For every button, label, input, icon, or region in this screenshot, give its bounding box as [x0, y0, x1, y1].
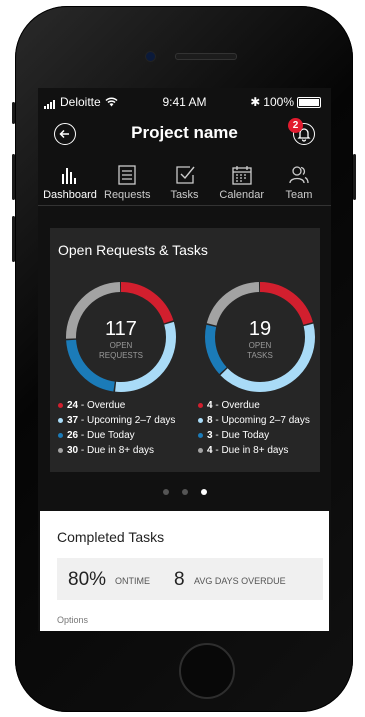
tasks-donut: 19 OPEN TASKS — [205, 282, 315, 392]
legend-item: 26 - Due Today — [58, 430, 175, 441]
options-label: Options — [57, 615, 89, 625]
requests-legend: 24 - Overdue 37 - Upcoming 2–7 days 26 -… — [58, 400, 175, 460]
checkbox-icon — [175, 166, 195, 184]
legend-item: 4 - Due in 8+ days — [198, 445, 310, 456]
legend-item: 24 - Overdue — [58, 400, 175, 411]
app-header: Project name 2 — [38, 118, 331, 154]
legend-item: 4 - Overdue — [198, 400, 310, 411]
tab-label: Requests — [104, 189, 151, 201]
battery-icon — [297, 96, 321, 108]
legend-dot — [58, 432, 63, 438]
legend-dot — [198, 417, 203, 423]
carousel-pager — [38, 489, 331, 495]
legend-item: 37 - Upcoming 2–7 days — [58, 415, 175, 426]
pager-dot[interactable] — [162, 489, 169, 495]
tab-calendar[interactable]: Calendar — [214, 162, 270, 205]
ontime-label: ONTIME — [115, 576, 150, 586]
legend-dot — [58, 402, 63, 408]
completed-tasks-card[interactable]: Completed Tasks 80% ONTIME 8 AVG DAYS OV… — [40, 511, 329, 631]
legend-dot — [58, 417, 63, 423]
status-bar: Deloitte 9:41 AM ✱ 100% — [38, 93, 331, 111]
overdue-value: 8 — [174, 569, 185, 590]
front-camera — [145, 51, 156, 62]
tab-label: Calendar — [219, 189, 265, 201]
requests-label-1: OPEN — [110, 341, 133, 350]
card-title: Completed Tasks — [57, 529, 165, 545]
tasks-count: 19 — [249, 318, 271, 340]
tab-dashboard[interactable]: Dashboard — [42, 162, 98, 205]
calendar-icon — [232, 166, 252, 185]
speaker-grille — [175, 53, 237, 60]
side-button-volume-up — [12, 154, 15, 200]
tab-label: Tasks — [170, 189, 199, 201]
tab-team[interactable]: Team — [271, 162, 327, 205]
side-button-volume-down — [12, 216, 15, 262]
card-title: Open Requests & Tasks — [58, 242, 208, 258]
legend-item: 3 - Due Today — [198, 430, 310, 441]
side-button-power — [353, 154, 356, 200]
tasks-label-2: TASKS — [247, 351, 273, 360]
open-requests-tasks-card[interactable]: Open Requests & Tasks 117 OPEN REQUESTS … — [50, 228, 320, 472]
tab-tasks[interactable]: Tasks — [157, 162, 213, 205]
tab-label: Team — [285, 189, 313, 201]
legend-item: 8 - Upcoming 2–7 days — [198, 415, 310, 426]
legend-dot — [198, 447, 203, 453]
requests-count: 117 — [105, 318, 137, 340]
bluetooth-icon: ✱ — [250, 95, 261, 109]
pager-dot[interactable] — [181, 489, 188, 495]
legend-dot — [198, 432, 203, 438]
bar-chart-icon — [62, 168, 76, 184]
overdue-label: AVG DAYS OVERDUE — [194, 576, 286, 586]
tab-requests[interactable]: Requests — [99, 162, 155, 205]
tab-label: Dashboard — [43, 189, 97, 201]
requests-donut: 117 OPEN REQUESTS — [66, 282, 176, 392]
completed-stats: 80% ONTIME 8 AVG DAYS OVERDUE — [57, 558, 323, 600]
pager-dot-active[interactable] — [200, 489, 207, 495]
legend-dot — [198, 402, 203, 408]
legend-dot — [58, 447, 63, 453]
requests-label-2: REQUESTS — [99, 351, 143, 360]
ontime-value: 80% — [68, 569, 107, 590]
tasks-label-1: OPEN — [249, 341, 272, 350]
battery-percent: 100% — [263, 95, 294, 109]
home-button[interactable] — [179, 643, 235, 699]
notification-badge: 2 — [288, 118, 303, 133]
legend-item: 30 - Due in 8+ days — [58, 445, 175, 456]
team-icon — [289, 166, 309, 184]
tasks-legend: 4 - Overdue 8 - Upcoming 2–7 days 3 - Du… — [198, 400, 310, 460]
tab-bar: Dashboard Requests Tasks Calendar Team — [38, 162, 331, 206]
list-icon — [118, 165, 136, 185]
side-button-mute — [12, 102, 15, 124]
app-screen: Deloitte 9:41 AM ✱ 100% Project name 2 D… — [38, 88, 331, 631]
